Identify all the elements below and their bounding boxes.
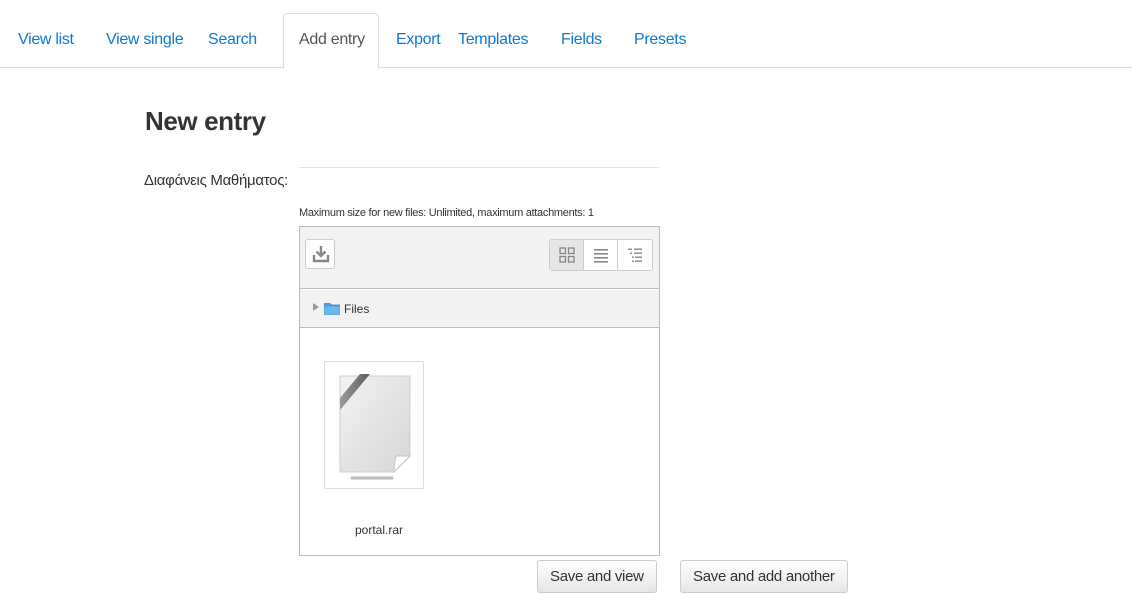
- tab-search[interactable]: Search: [208, 13, 257, 69]
- upload-limits-note: Maximum size for new files: Unlimited, m…: [299, 207, 594, 219]
- download-button[interactable]: [305, 239, 335, 269]
- tab-view-list[interactable]: View list: [18, 13, 74, 69]
- icons-view-icon: [559, 247, 575, 263]
- tab-templates[interactable]: Templates: [458, 13, 529, 69]
- path-label[interactable]: Files: [344, 302, 369, 316]
- icons-view-button[interactable]: [550, 240, 584, 270]
- save-and-add-another-button[interactable]: Save and add another: [680, 560, 848, 593]
- folder-icon: [324, 303, 340, 315]
- file-name: portal.rar: [354, 523, 404, 537]
- list-view-button[interactable]: [584, 240, 618, 270]
- view-mode-switcher: [549, 239, 653, 271]
- tree-view-icon: [628, 248, 642, 262]
- archive-file-icon: [339, 374, 412, 480]
- tab-bar: View list View single Search Add entry E…: [0, 0, 1132, 69]
- page-title: New entry: [145, 106, 266, 136]
- file-manager: Files portal.rar: [299, 226, 660, 556]
- tab-add-entry[interactable]: Add entry: [283, 13, 379, 69]
- tree-view-button[interactable]: [618, 240, 652, 270]
- tab-view-single[interactable]: View single: [106, 13, 184, 69]
- expand-arrow-icon[interactable]: [313, 303, 319, 311]
- field-label: Διαφάνεις Μαθήματος:: [144, 172, 288, 189]
- tab-presets[interactable]: Presets: [634, 13, 686, 69]
- file-path-bar: Files: [300, 290, 659, 328]
- file-thumbnail: [324, 361, 424, 489]
- download-icon: [312, 246, 330, 263]
- file-item[interactable]: [324, 361, 424, 491]
- field-divider: [299, 167, 659, 168]
- tab-fields[interactable]: Fields: [561, 13, 602, 69]
- list-view-icon: [594, 249, 608, 263]
- file-manager-toolbar: [300, 227, 659, 289]
- tab-export[interactable]: Export: [396, 13, 441, 69]
- save-and-view-button[interactable]: Save and view: [537, 560, 657, 593]
